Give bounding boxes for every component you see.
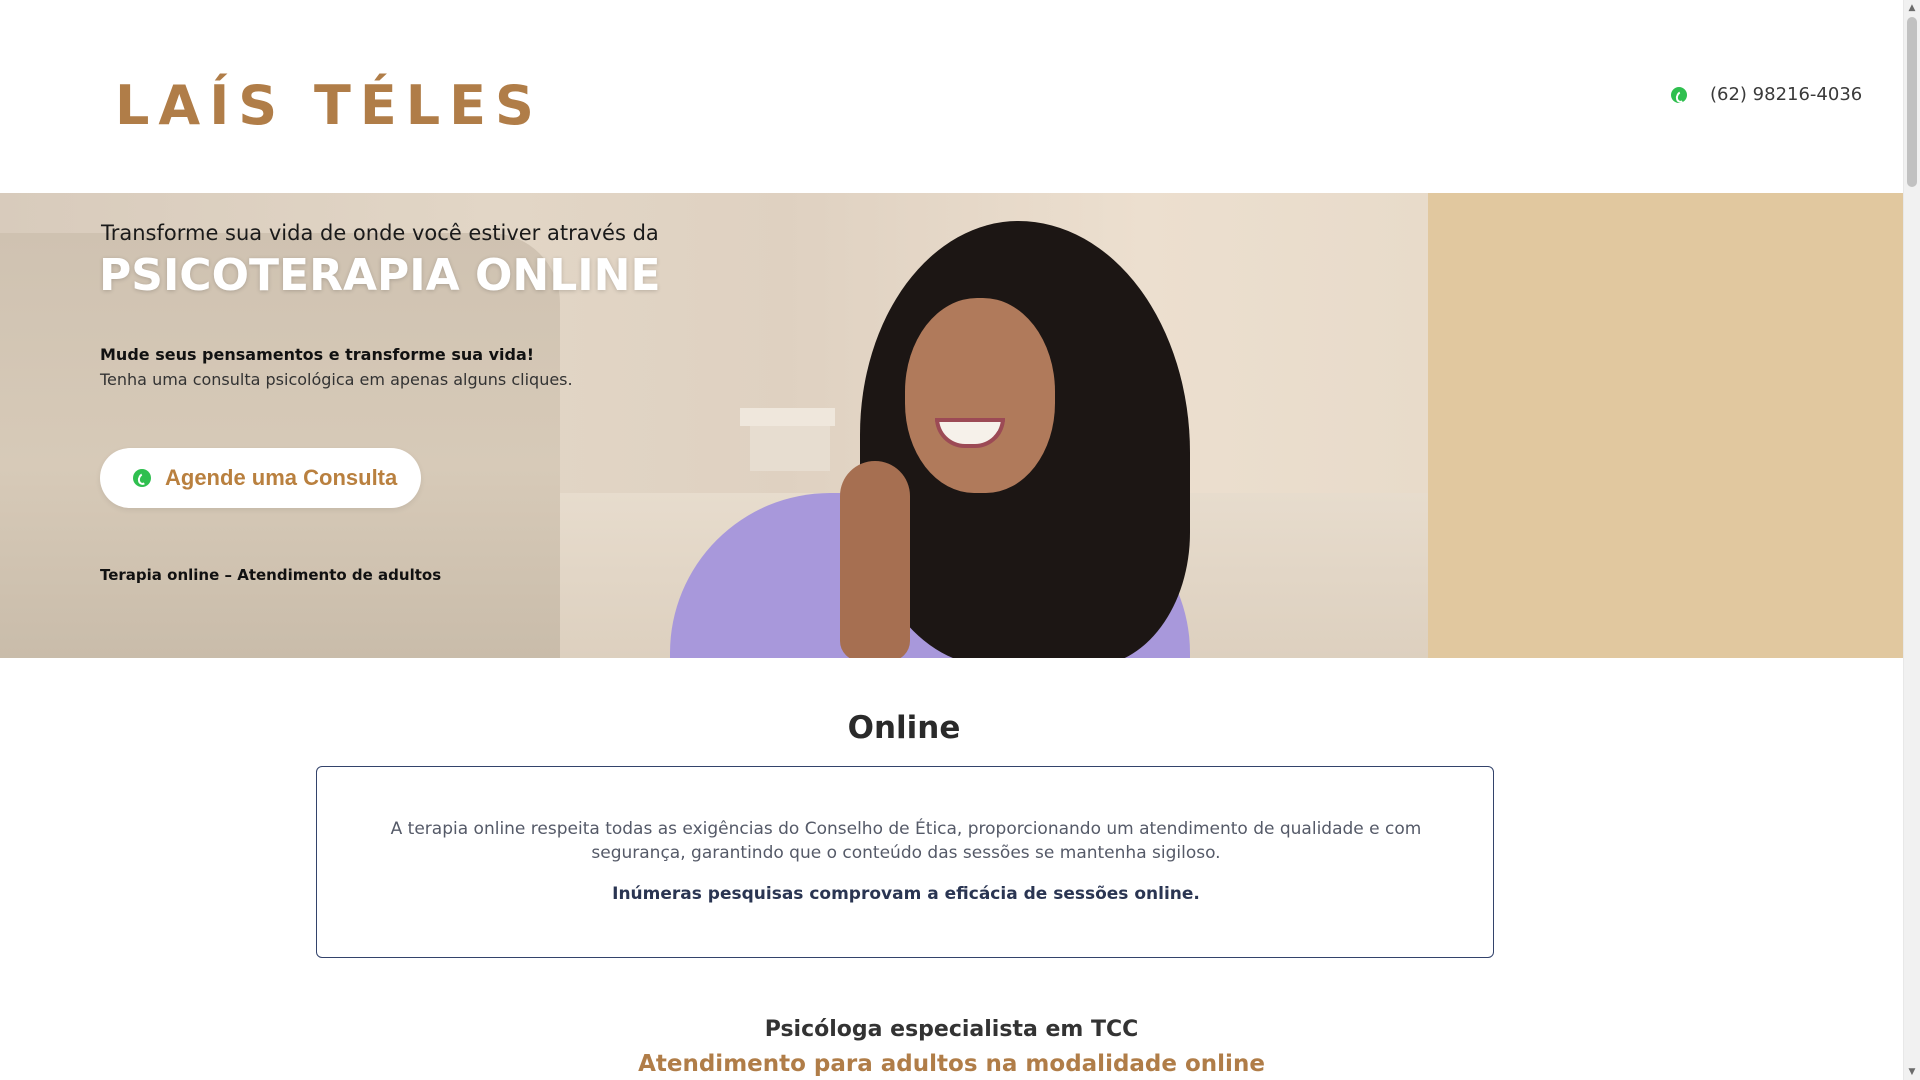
hero-footnote: Terapia online – Atendimento de adultos — [100, 566, 442, 584]
tcc-title: Psicóloga especialista em TCC — [764, 1017, 1139, 1042]
hero-description: Tenha uma consulta psicológica em apenas… — [100, 370, 573, 389]
schedule-consultation-button[interactable]: Agende uma Consulta — [100, 448, 421, 508]
phone-number: (62) 98216-4036 — [1710, 84, 1863, 105]
online-heading: Online — [847, 710, 961, 746]
hero-photo-person-hands — [840, 461, 910, 658]
scrollbar-thumb[interactable] — [1907, 17, 1917, 187]
hero-photo-decor — [740, 408, 835, 426]
phone-link[interactable]: (62) 98216-4036 — [1671, 84, 1862, 105]
whatsapp-icon — [1671, 86, 1687, 103]
scroll-up-arrow-icon[interactable]: ▲ — [1904, 0, 1920, 16]
hero-title: PSICOTERAPIA ONLINE — [99, 250, 661, 301]
hero-photo-decor — [750, 426, 830, 471]
page: LAÍS TÉLES (62) 98216-4036 Transforme su… — [0, 0, 1920, 1080]
site-logo[interactable]: LAÍS TÉLES — [115, 74, 543, 137]
online-emphasis: Inúmeras pesquisas comprovam a eficácia … — [612, 884, 1200, 904]
online-info-box: A terapia online respeita todas as exigê… — [316, 766, 1494, 958]
hero-photo-person-face — [905, 298, 1055, 493]
site-header: LAÍS TÉLES (62) 98216-4036 — [0, 0, 1903, 193]
online-description: A terapia online respeita todas as exigê… — [390, 819, 1422, 863]
cta-label: Agende uma Consulta — [165, 465, 398, 490]
hero-banner: Transforme sua vida de onde você estiver… — [0, 193, 1903, 658]
vertical-scrollbar[interactable]: ▲ ▼ — [1903, 0, 1920, 1080]
tcc-subtitle: Atendimento para adultos na modalidade o… — [638, 1051, 1265, 1077]
hero-side-panel — [1428, 193, 1903, 658]
hero-tagline: Mude seus pensamentos e transforme sua v… — [100, 345, 535, 364]
hero-subtitle: Transforme sua vida de onde você estiver… — [101, 221, 659, 245]
whatsapp-icon — [133, 469, 151, 487]
scroll-down-arrow-icon[interactable]: ▼ — [1904, 1064, 1920, 1080]
